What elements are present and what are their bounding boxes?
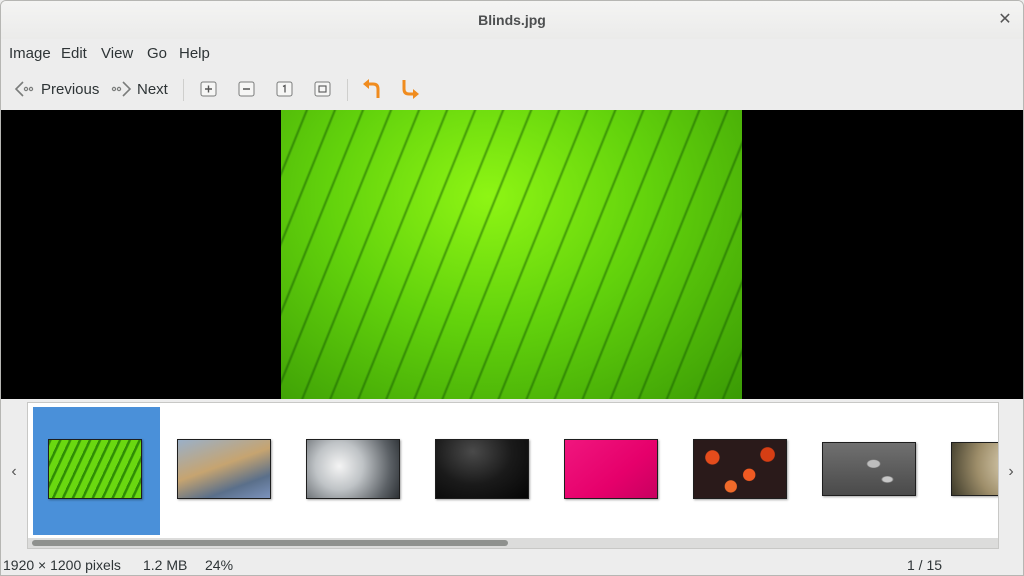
rotate-left-button[interactable] [360,77,384,101]
toolbar-separator [183,79,184,101]
previous-button[interactable]: Previous [13,77,99,101]
thumbnail-item[interactable] [435,439,529,499]
zoom-fit-button[interactable] [311,77,335,101]
thumbnail-item[interactable] [951,442,998,496]
image-viewer-window: Blinds.jpg ✕ Image Edit View Go Help Pre… [0,0,1024,576]
zoom-level: 24% [205,557,234,573]
chevron-right-icon: › [1008,463,1014,480]
menu-view[interactable]: View [101,45,133,62]
scrollbar-thumb[interactable] [32,540,508,546]
main-image [281,110,742,399]
image-position: 1 / 15 [907,557,943,573]
close-icon: ✕ [998,11,1012,28]
thumbnail-item[interactable] [48,439,142,499]
thumbnail-item[interactable] [177,439,271,499]
menu-go[interactable]: Go [147,45,167,62]
zoom-normal-button[interactable] [273,77,297,101]
image-dimensions: 1920 × 1200 pixels [3,557,121,573]
menu-help[interactable]: Help [179,45,210,62]
chevron-left-icon: ‹ [11,463,17,480]
zoom-normal-icon [276,81,293,97]
next-label: Next [137,80,168,98]
thumbnail-item[interactable] [822,442,916,496]
thumbnail-gallery: ‹ › [1,399,1023,551]
arrow-left-icon [14,81,34,97]
rotate-right-icon [402,80,419,99]
window-title: Blinds.jpg [478,12,546,28]
thumbnail-strip[interactable] [27,402,999,539]
gallery-scroll-right[interactable]: › [999,463,1023,481]
file-size: 1.2 MB [143,557,188,573]
zoom-in-icon [200,81,217,97]
zoom-out-button[interactable] [235,77,259,101]
menu-image[interactable]: Image [9,45,51,62]
title-bar[interactable]: Blinds.jpg ✕ [1,1,1023,39]
rotate-right-button[interactable] [398,77,422,101]
gallery-scrollbar[interactable] [27,538,999,549]
zoom-fit-icon [314,81,331,97]
rotate-left-icon [363,79,380,98]
status-bar: 1920 × 1200 pixels 1.2 MB 24% 1 / 15 [1,555,1023,575]
arrow-right-icon [111,81,132,97]
thumbnail-item[interactable] [693,439,787,499]
toolbar-separator [347,79,348,101]
close-button[interactable]: ✕ [995,10,1015,30]
toolbar: Previous Next [1,71,1023,107]
zoom-in-button[interactable] [197,77,221,101]
zoom-out-icon [238,81,255,97]
gallery-scroll-left[interactable]: ‹ [2,463,26,481]
thumbnail-item[interactable] [564,439,658,499]
thumbnail-item[interactable] [306,439,400,499]
menu-bar: Image Edit View Go Help [1,41,1023,67]
previous-label: Previous [41,80,100,98]
menu-edit[interactable]: Edit [61,45,87,62]
image-view[interactable] [1,110,1023,399]
next-button[interactable]: Next [109,77,168,101]
